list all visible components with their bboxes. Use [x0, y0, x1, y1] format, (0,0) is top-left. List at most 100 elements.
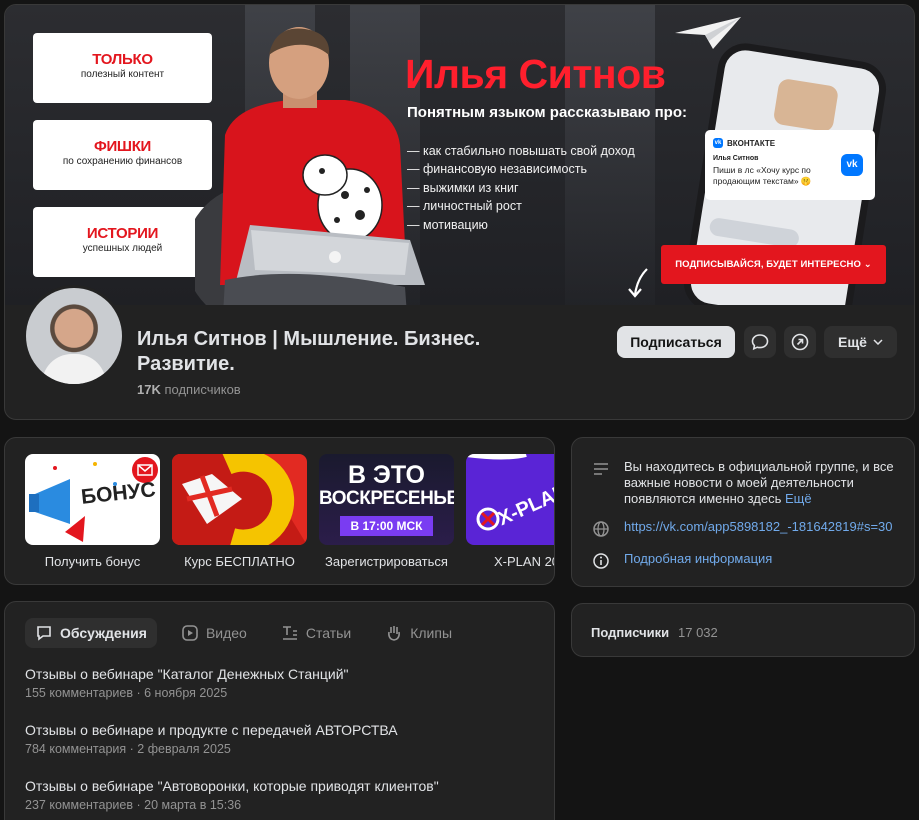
cover-lead: Понятным языком рассказываю про:: [407, 104, 688, 121]
app-thumb: В ЭТО ВОСКРЕСЕНЬЕ В 17:00 МСК: [319, 454, 454, 545]
share-icon: [791, 333, 809, 351]
subscribers-count: 17 032: [678, 625, 718, 640]
apps-widget: БОНУС Получить бонус Курс БЕСПЛАТНО В ЭТ…: [4, 437, 555, 585]
community-info-widget: Вы находитесь в официальной группе, и вс…: [571, 437, 915, 587]
app-thumb: [172, 454, 307, 545]
cover-vk-message-card: vk ВКОНТАКТЕ Илья Ситнов Пиши в лс «Хочу…: [705, 130, 875, 200]
subscriber-count-value: 17K: [137, 382, 161, 397]
cover-promo-box: ФИШКИ по сохранению финансов: [33, 120, 212, 190]
cover-image: ТОЛЬКО полезный контент ФИШКИ по сохране…: [5, 5, 914, 305]
cover-topic-list: — как стабильно повышать свой доход — фи…: [407, 142, 635, 234]
video-icon: [182, 625, 198, 641]
app-thumb: БОНУС: [25, 454, 160, 545]
tab-label: Статьи: [305, 625, 352, 641]
tab-label: Клипы: [410, 625, 453, 641]
list-item[interactable]: Отзывы о вебинаре и продукте с передачей…: [25, 722, 398, 756]
app-tile[interactable]: Курс БЕСПЛАТНО: [172, 454, 307, 569]
gift-icon: [172, 454, 307, 545]
cover-cta-banner: ПОДПИСЫВАЙСЯ, БУДЕТ ИНТЕРЕСНО ⌄: [661, 245, 886, 284]
vk-card-brand: ВКОНТАКТЕ: [727, 138, 776, 148]
community-url-link[interactable]: https://vk.com/app5898182_-181642819#s=3…: [624, 519, 893, 538]
page-title: Илья Ситнов | Мышление. Бизнес. Развитие…: [137, 328, 481, 375]
text-lines-icon: [594, 463, 608, 475]
subscribe-button[interactable]: Подписаться: [617, 326, 735, 358]
cover-topic: — мотивацию: [407, 217, 488, 232]
cover-promo-title: ИСТОРИИ: [86, 225, 159, 242]
subscribers-title: Подписчики: [591, 625, 670, 640]
info-description-text: Вы находитесь в официальной группе, и вс…: [624, 459, 894, 506]
info-icon: [593, 553, 609, 569]
community-header: ТОЛЬКО полезный контент ФИШКИ по сохране…: [4, 4, 915, 420]
cover-topic: — финансовую независимость: [407, 162, 587, 177]
cover-topic: — личностный рост: [407, 199, 522, 214]
globe-icon: [593, 521, 609, 537]
tab-video[interactable]: Видео: [171, 618, 257, 648]
info-url-row: https://vk.com/app5898182_-181642819#s=3…: [592, 519, 893, 538]
cover-topic: — как стабильно повышать свой доход: [407, 144, 635, 158]
tab-discussions[interactable]: Обсуждения: [25, 618, 157, 648]
community-content-widget: Обсуждения Видео Статьи Клипы Отзывы о в…: [4, 601, 555, 820]
topic-comments: 784 комментария: [25, 742, 127, 756]
vk-card-head: vk ВКОНТАКТЕ: [713, 138, 867, 148]
app-label: Зарегистрироваться: [325, 554, 448, 569]
cover-promo-sub: успешных людей: [82, 243, 163, 254]
more-button-label: Ещё: [838, 334, 867, 350]
subscriber-count[interactable]: 17K подписчиков: [137, 382, 241, 397]
app-tile[interactable]: БОНУС Получить бонус: [25, 454, 160, 569]
chevron-down-icon: [873, 339, 883, 345]
app-thumb: X-PLAN: [466, 454, 554, 545]
tab-label: Видео: [205, 625, 247, 641]
info-details-row: Подробная информация: [592, 551, 772, 570]
app-label: X-PLAN 2025: [494, 554, 554, 569]
app-thumb-line: В 17:00 МСК: [340, 516, 433, 536]
cover-promo-title: ТОЛЬКО: [92, 51, 153, 68]
cover-promo-title: ФИШКИ: [93, 138, 152, 155]
vk-logo-icon: vk: [713, 138, 723, 148]
cover-promo-box: ТОЛЬКО полезный контент: [33, 33, 212, 103]
topic-meta: 155 комментариев · 6 ноября 2025: [25, 686, 349, 700]
cover-name: Илья Ситнов: [405, 51, 666, 97]
app-tile[interactable]: В ЭТО ВОСКРЕСЕНЬЕ В 17:00 МСК Зарегистри…: [319, 454, 454, 569]
cover-promo-sub: полезный контент: [80, 69, 165, 80]
topic-date: 20 марта в 15:36: [144, 798, 242, 812]
discussion-icon: [37, 626, 51, 641]
topic-title: Отзывы о вебинаре и продукте с передачей…: [25, 722, 398, 738]
share-button[interactable]: [784, 326, 816, 358]
message-icon: [751, 334, 769, 351]
article-icon: [282, 626, 297, 640]
list-item[interactable]: Отзывы о вебинаре "Каталог Денежных Стан…: [25, 666, 349, 700]
more-button[interactable]: Ещё: [824, 326, 897, 358]
topic-meta: 784 комментария · 2 февраля 2025: [25, 742, 398, 756]
app-label: Получить бонус: [44, 554, 141, 569]
topic-meta: 237 комментариев · 20 марта в 15:36: [25, 798, 439, 812]
app-tile[interactable]: X-PLAN X-PLAN 2025: [466, 454, 554, 569]
topic-title: Отзывы о вебинаре "Каталог Денежных Стан…: [25, 666, 349, 682]
topic-date: 6 ноября 2025: [144, 686, 228, 700]
info-description-row: Вы находитесь в официальной группе, и вс…: [592, 459, 904, 507]
vk-logo-icon: vk: [841, 154, 863, 176]
subscribers-widget[interactable]: Подписчики 17 032: [571, 603, 915, 657]
message-button[interactable]: [744, 326, 776, 358]
meta-separator: ·: [136, 798, 145, 812]
cover-promo-box: ИСТОРИИ успешных людей: [33, 207, 212, 277]
info-description: Вы находитесь в официальной группе, и вс…: [624, 459, 904, 507]
cover-promo-sub: по сохранению финансов: [62, 156, 183, 167]
cover-topic: — выжимки из книг: [407, 180, 519, 195]
arrow-doodle-icon: [628, 268, 648, 298]
topic-comments: 237 комментариев: [25, 798, 133, 812]
clips-icon: [388, 626, 401, 641]
topic-date: 2 февраля 2025: [137, 742, 231, 756]
topic-title: Отзывы о вебинаре "Автоворонки, которые …: [25, 778, 439, 794]
details-link[interactable]: Подробная информация: [624, 551, 772, 570]
tab-clips[interactable]: Клипы: [375, 618, 462, 648]
subscriber-count-label: подписчиков: [164, 382, 241, 397]
topic-comments: 155 комментариев: [25, 686, 133, 700]
list-item[interactable]: Отзывы о вебинаре "Автоворонки, которые …: [25, 778, 439, 812]
info-more-link[interactable]: Ещё: [785, 491, 812, 506]
tab-articles[interactable]: Статьи: [271, 618, 361, 648]
vk-card-message: Пиши в лс «Хочу курс по продающим текста…: [713, 165, 812, 186]
tab-label: Обсуждения: [60, 625, 147, 641]
content-tabs: Обсуждения Видео Статьи Клипы: [25, 618, 462, 648]
avatar[interactable]: [23, 285, 125, 387]
meta-separator: ·: [136, 686, 145, 700]
